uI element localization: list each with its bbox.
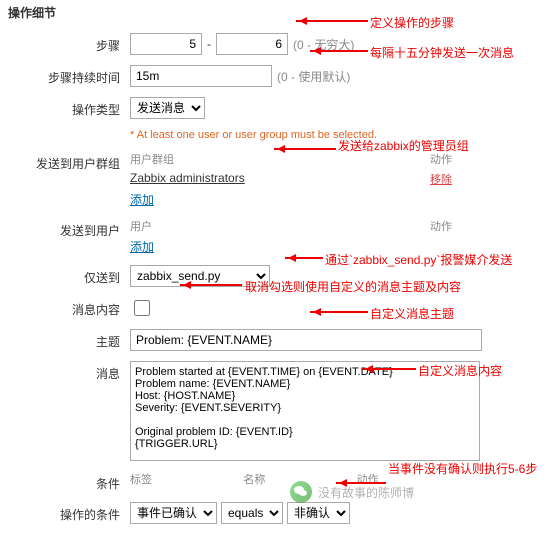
section-title: 操作细节 <box>0 0 553 25</box>
op-type-select[interactable]: 发送消息 <box>130 97 205 119</box>
wechat-icon <box>290 481 312 503</box>
cond-col-tag: 标签 <box>130 471 243 487</box>
users-col-action: 动作 <box>430 218 470 234</box>
duration-input[interactable] <box>130 65 272 87</box>
send-only-label: 仅送到 <box>10 265 130 286</box>
step-from-input[interactable] <box>130 33 202 55</box>
send-users-label: 发送到用户 <box>10 218 130 239</box>
group-remove-link[interactable]: 移除 <box>430 174 452 186</box>
group-add-link[interactable]: 添加 <box>130 193 154 207</box>
op-conditions-label: 操作的条件 <box>10 502 130 523</box>
users-col-name: 用户 <box>130 218 430 234</box>
groups-col-action: 动作 <box>430 151 470 167</box>
cond-op-select[interactable]: equals <box>221 502 283 524</box>
operation-form: 步骤 - (0 - 无穷大) 步骤持续时间 (0 - 使用默认) 操作类型 发送… <box>0 25 553 542</box>
duration-hint: (0 - 使用默认) <box>277 68 350 85</box>
msg-content-label: 消息内容 <box>10 297 130 318</box>
cond-field-select[interactable]: 事件已确认 <box>130 502 217 524</box>
default-msg-checkbox[interactable] <box>134 300 150 316</box>
user-add-link[interactable]: 添加 <box>130 240 154 254</box>
step-to-input[interactable] <box>216 33 288 55</box>
duration-label: 步骤持续时间 <box>10 65 130 86</box>
op-type-label: 操作类型 <box>10 97 130 118</box>
message-label: 消息 <box>10 361 130 382</box>
wechat-text: 没有故事的陈师博 <box>318 484 414 501</box>
dash: - <box>202 37 216 51</box>
subject-label: 主题 <box>10 329 130 350</box>
required-note: * At least one user or user group must b… <box>130 129 543 141</box>
wechat-watermark: 没有故事的陈师博 <box>290 481 414 503</box>
steps-label: 步骤 <box>10 33 130 54</box>
group-row-zabbix-admins[interactable]: Zabbix administrators <box>130 171 430 187</box>
send-groups-label: 发送到用户群组 <box>10 151 130 172</box>
send-only-select[interactable]: zabbix_send.py <box>130 265 270 287</box>
cond-val-select[interactable]: 非确认 <box>287 502 350 524</box>
message-textarea[interactable] <box>130 361 480 461</box>
groups-col-name: 用户群组 <box>130 151 430 167</box>
subject-input[interactable] <box>130 329 482 351</box>
conditions-label: 条件 <box>10 471 130 492</box>
steps-infinity-hint: (0 - 无穷大) <box>293 36 354 53</box>
